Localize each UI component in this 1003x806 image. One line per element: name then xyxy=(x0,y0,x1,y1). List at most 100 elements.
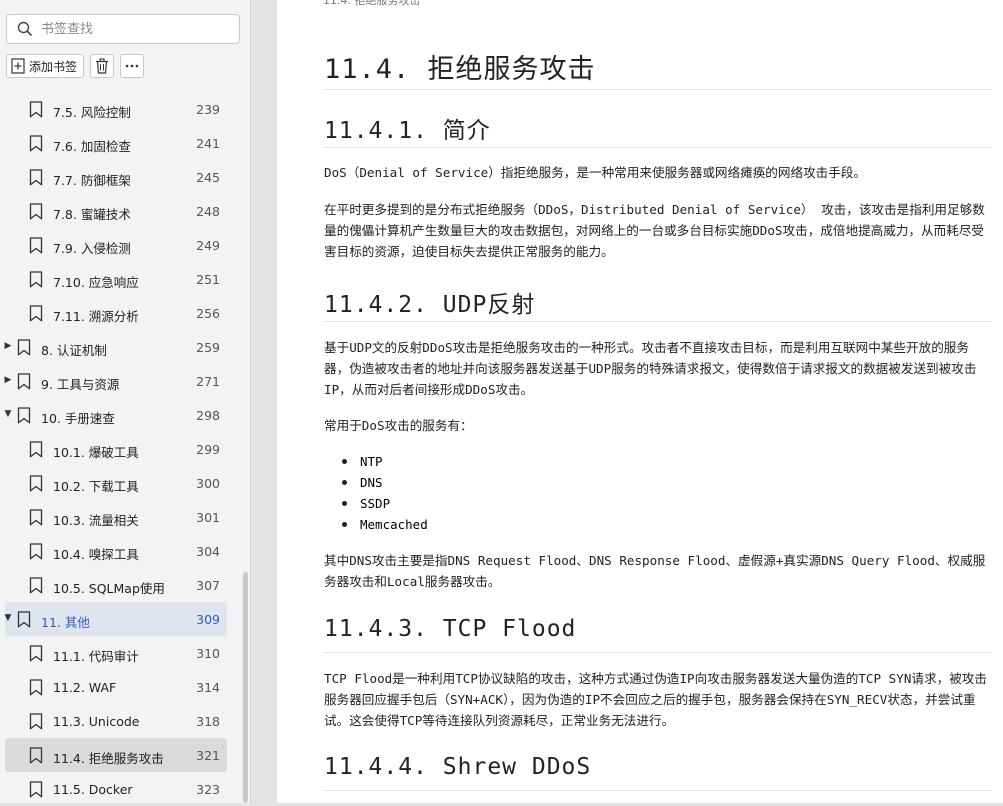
tcp-paragraph-1: TCP Flood是一种利用TCP协议缺陷的攻击，这种方式通过伪造IP向攻击服务… xyxy=(324,671,987,728)
running-header: 11.4. 拒绝服务攻击 xyxy=(323,0,421,7)
bookmark-item[interactable]: ▶ 9. 工具与资源 271 xyxy=(0,364,240,398)
bookmark-item[interactable]: 10.2. 下载工具 300 xyxy=(0,466,240,500)
sidebar-scrollbar[interactable] xyxy=(243,572,248,803)
page-title: 11.4. 拒绝服务攻击 xyxy=(324,54,596,85)
add-bookmark-button[interactable]: 添加书签 xyxy=(6,54,85,78)
bookmark-label: 11.1. 代码审计 xyxy=(53,649,139,664)
collapse-arrow-icon[interactable]: ▶ xyxy=(3,375,13,385)
bookmark-label: 11.4. 拒绝服务攻击 xyxy=(53,751,164,766)
delete-bookmark-button[interactable] xyxy=(90,54,115,78)
bookmark-search-box[interactable] xyxy=(6,14,240,44)
bookmark-label: 10.2. 下载工具 xyxy=(53,479,139,494)
bookmark-label: 10.1. 爆破工具 xyxy=(53,445,139,460)
bookmark-icon xyxy=(29,271,43,291)
bookmark-page-number: 239 xyxy=(196,102,220,117)
bookmark-page-number: 307 xyxy=(196,578,220,593)
bookmark-item[interactable]: 7.5. 风险控制 239 xyxy=(0,92,240,126)
bookmark-item[interactable]: 11.5. Docker 323 xyxy=(0,772,240,806)
bookmark-icon xyxy=(29,577,43,597)
list-item: SSDP xyxy=(324,493,428,514)
section-heading-tcp: 11.4.3. TCP Flood xyxy=(324,616,577,642)
bookmark-label: 10.4. 嗅探工具 xyxy=(53,547,139,562)
bookmark-label: 7.5. 风险控制 xyxy=(53,105,131,120)
section-rule xyxy=(324,147,992,148)
expand-arrow-icon[interactable]: ▼ xyxy=(3,613,13,623)
bookmark-item[interactable]: 7.9. 入侵检测 249 xyxy=(0,228,240,262)
bookmark-icon xyxy=(17,407,31,427)
bookmark-item[interactable]: ▼ 10. 手册速查 298 xyxy=(0,398,240,432)
bookmark-page-number: 241 xyxy=(196,136,220,151)
trash-icon xyxy=(96,58,109,74)
bookmark-item[interactable]: 7.8. 蜜罐技术 248 xyxy=(0,194,240,228)
bookmark-icon xyxy=(29,101,43,121)
bookmark-page-number: 309 xyxy=(196,612,220,627)
bookmark-icon xyxy=(29,203,43,223)
udp-paragraph-1: 基于UDP文的反射DDoS攻击是拒绝服务攻击的一种形式。攻击者不直接攻击目标，而… xyxy=(324,340,977,397)
bookmark-label: 9. 工具与资源 xyxy=(41,377,120,392)
expand-arrow-icon[interactable]: ▼ xyxy=(3,409,13,419)
collapse-arrow-icon[interactable]: ▶ xyxy=(3,341,13,351)
bookmark-label: 7.8. 蜜罐技术 xyxy=(53,207,131,222)
section-heading-shrew: 11.4.4. Shrew DDoS xyxy=(324,754,592,780)
bookmark-icon xyxy=(29,679,43,699)
search-icon xyxy=(17,21,33,37)
bookmark-page-number: 321 xyxy=(196,748,220,763)
bookmark-label: 11.2. WAF xyxy=(53,680,117,695)
more-options-button[interactable] xyxy=(120,54,145,78)
bookmark-page-number: 248 xyxy=(196,204,220,219)
bookmark-label: 7.10. 应急响应 xyxy=(53,275,139,290)
bookmark-icon xyxy=(29,475,43,495)
bookmark-icon xyxy=(29,543,43,563)
list-item: DNS xyxy=(324,472,428,493)
bookmark-item[interactable]: 11.3. Unicode 318 xyxy=(0,704,240,738)
bookmark-page-number: 304 xyxy=(196,544,220,559)
bookmark-page-number: 256 xyxy=(196,306,220,321)
intro-paragraph-2: 在平时更多提到的是分布式拒绝服务（DDoS，Distributed Denial… xyxy=(324,202,985,259)
list-item: Memcached xyxy=(324,514,428,535)
bookmark-page-number: 301 xyxy=(196,510,220,525)
bookmark-label: 11. 其他 xyxy=(41,615,90,630)
udp-paragraph-2: 常用于DoS攻击的服务有： xyxy=(324,418,473,433)
bookmark-icon xyxy=(29,645,43,665)
bookmark-icon xyxy=(17,339,31,359)
bookmark-icon xyxy=(29,509,43,529)
bookmark-icon xyxy=(29,169,43,189)
bookmark-label: 7.7. 防御框架 xyxy=(53,173,131,188)
bookmark-label: 7.9. 入侵检测 xyxy=(53,241,131,256)
bookmark-icon xyxy=(29,747,43,767)
more-icon xyxy=(125,64,139,68)
title-rule xyxy=(324,89,992,90)
bookmark-item[interactable]: 7.6. 加固检查 241 xyxy=(0,126,240,160)
list-item: NTP xyxy=(324,451,428,472)
bookmark-item[interactable]: 10.4. 嗅探工具 304 xyxy=(0,534,240,568)
section-rule xyxy=(324,790,992,791)
bookmark-label: 11.3. Unicode xyxy=(53,714,140,729)
bookmark-item[interactable]: 11.4. 拒绝服务攻击 321 xyxy=(5,738,227,772)
section-rule xyxy=(324,652,992,653)
bookmark-page-number: 299 xyxy=(196,442,220,457)
bookmark-label: 10.5. SQLMap使用 xyxy=(53,581,165,596)
bookmark-item[interactable]: 7.7. 防御框架 245 xyxy=(0,160,240,194)
bookmark-item[interactable]: 11.1. 代码审计 310 xyxy=(0,636,240,670)
bookmark-search-input[interactable] xyxy=(39,20,233,38)
section-heading-intro: 11.4.1. 简介 xyxy=(324,118,491,144)
bookmark-item[interactable]: ▶ 8. 认证机制 259 xyxy=(0,330,240,364)
bookmark-page-number: 323 xyxy=(196,782,220,797)
bookmark-label: 8. 认证机制 xyxy=(41,343,107,358)
bookmark-item[interactable]: 7.10. 应急响应 251 xyxy=(0,262,240,296)
bookmark-item[interactable]: 10.3. 流量相关 301 xyxy=(0,500,240,534)
bookmark-item[interactable]: 10.1. 爆破工具 299 xyxy=(0,432,240,466)
bookmark-icon xyxy=(29,441,43,461)
bookmark-page-number: 298 xyxy=(196,408,220,423)
bookmark-item[interactable]: 7.11. 溯源分析 256 xyxy=(0,296,240,330)
bookmark-page-number: 271 xyxy=(196,374,220,389)
bookmark-item[interactable]: ▼ 11. 其他 309 xyxy=(5,602,227,636)
bookmark-label: 10. 手册速查 xyxy=(41,411,115,426)
bookmark-page-number: 310 xyxy=(196,646,220,661)
bookmark-label: 7.11. 溯源分析 xyxy=(53,309,139,324)
bookmark-label: 10.3. 流量相关 xyxy=(53,513,139,528)
bookmark-icon xyxy=(29,713,43,733)
bookmark-item[interactable]: 11.2. WAF 314 xyxy=(0,670,240,704)
bookmark-item[interactable]: 10.5. SQLMap使用 307 xyxy=(0,568,240,602)
section-heading-udp: 11.4.2. UDP反射 xyxy=(324,292,536,318)
